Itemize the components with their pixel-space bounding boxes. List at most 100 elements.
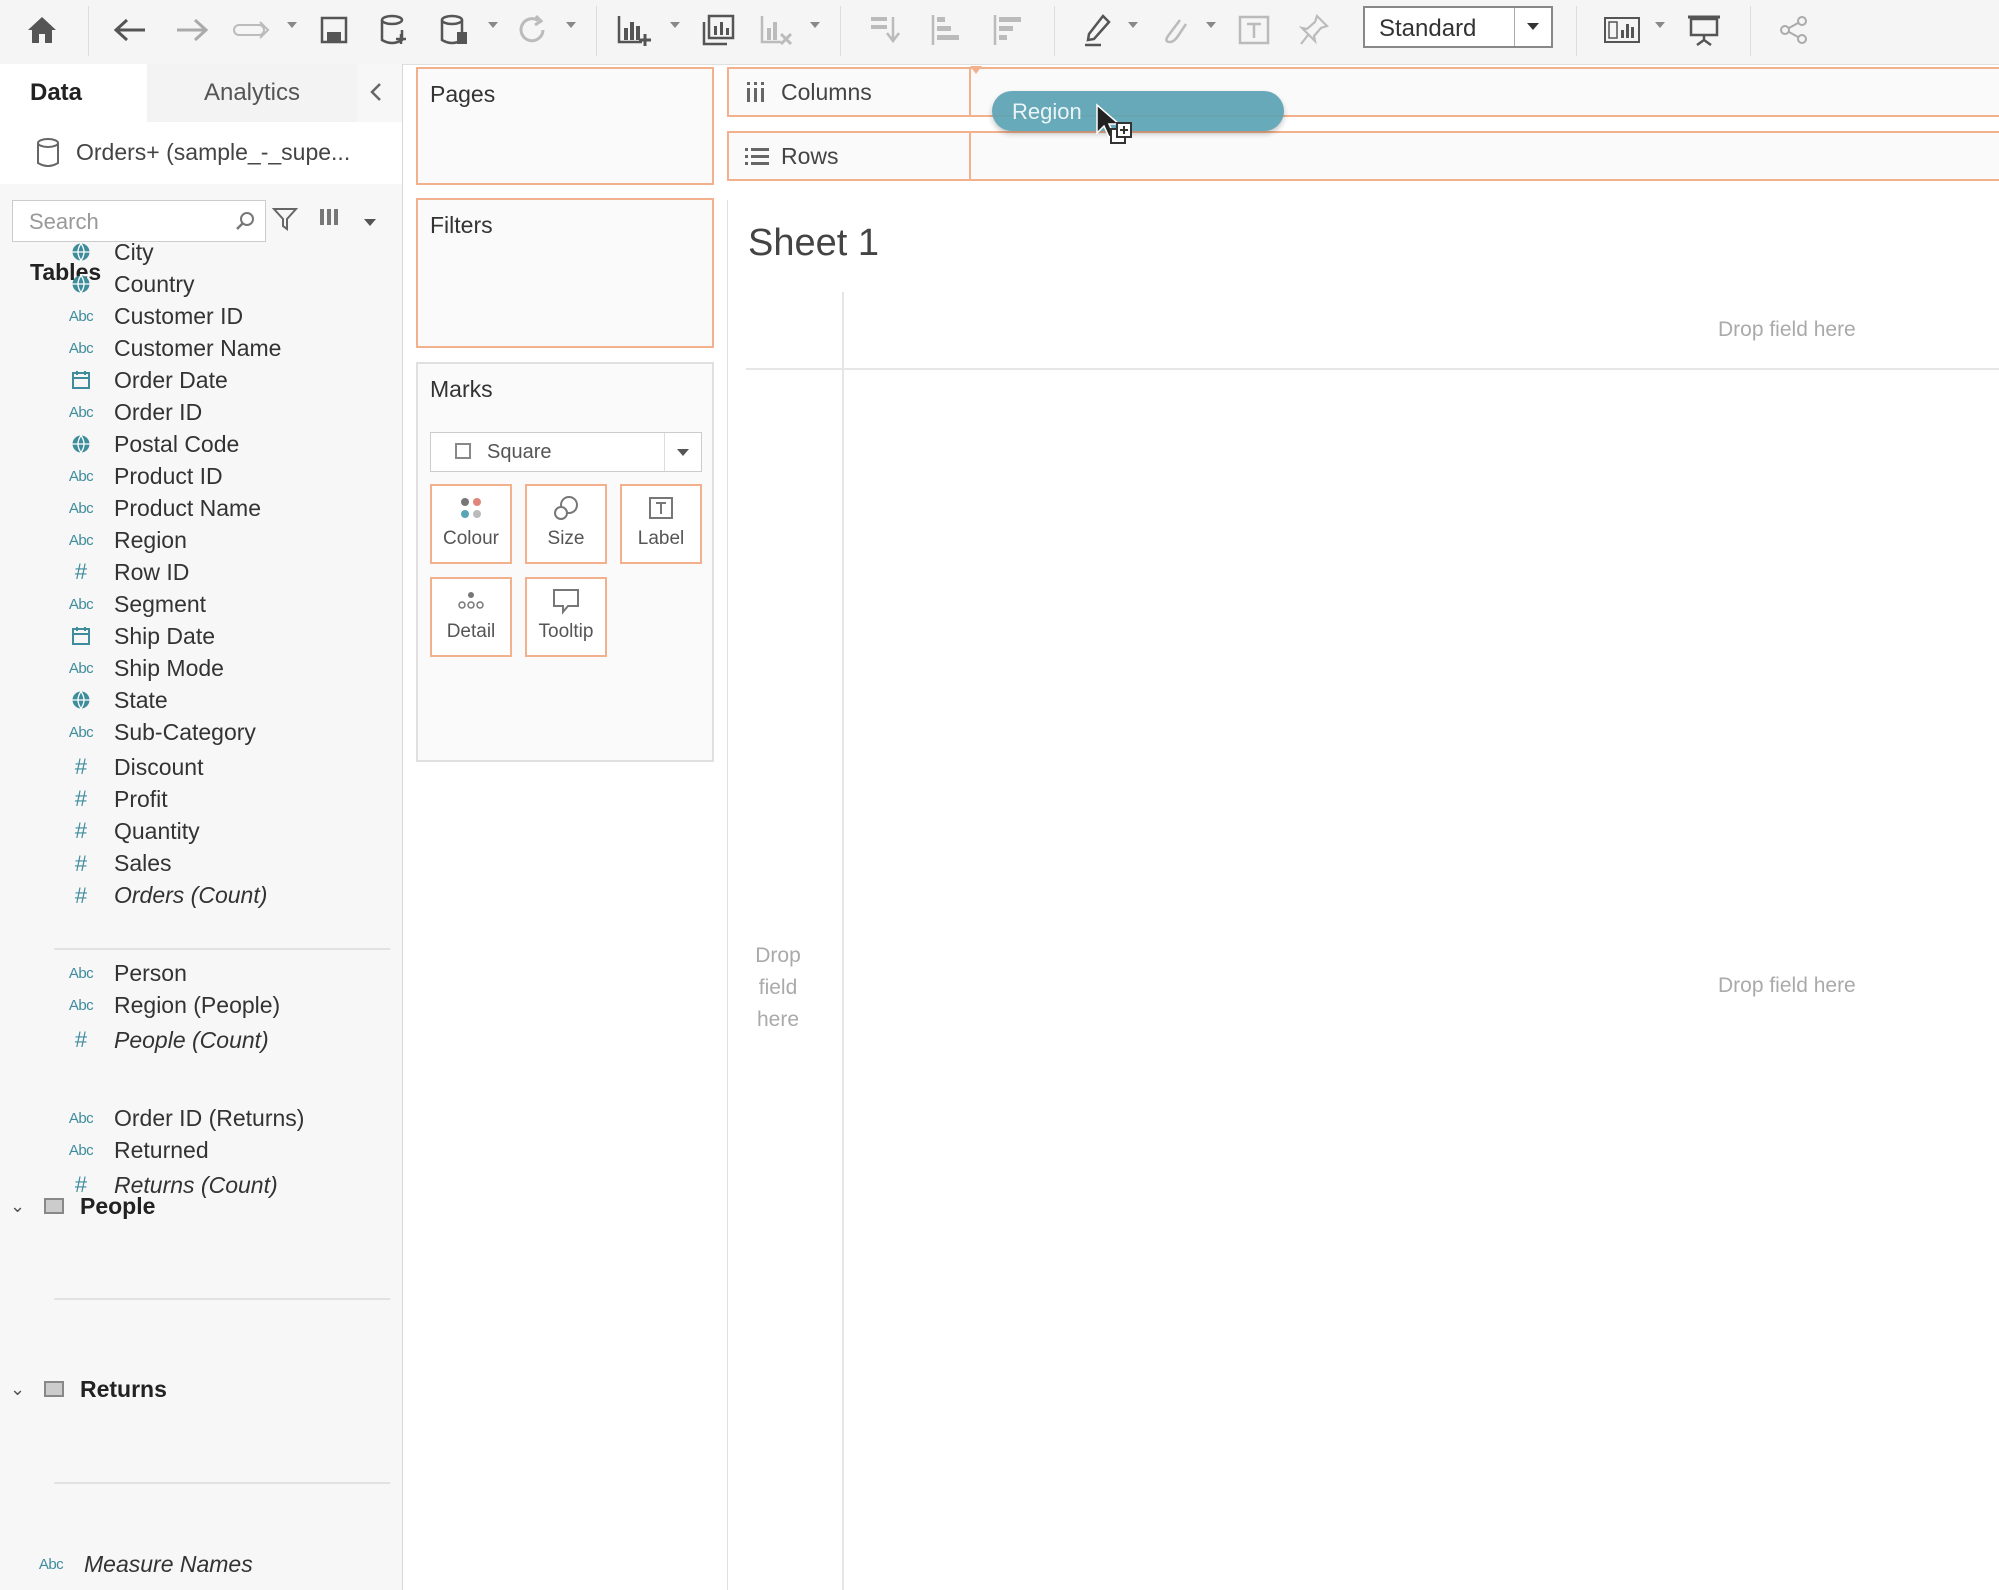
group-dropdown-caret[interactable]: [1206, 22, 1216, 28]
field-item[interactable]: Abc Order ID: [64, 395, 384, 429]
show-cards-icon[interactable]: [1600, 8, 1644, 52]
field-item[interactable]: # People (Count): [64, 1023, 384, 1057]
field-item[interactable]: Abc Region: [64, 523, 384, 557]
field-item[interactable]: Abc Segment: [64, 587, 384, 621]
duplicate-sheet-icon[interactable]: [696, 8, 740, 52]
show-cards-dropdown-caret[interactable]: [1655, 22, 1665, 28]
abc-icon: Abc: [38, 1555, 64, 1573]
rows-shelf[interactable]: Rows: [727, 131, 1999, 181]
save-icon[interactable]: [312, 8, 356, 52]
size-icon: [527, 486, 605, 530]
column-drop-zone[interactable]: Drop field here: [1718, 318, 1856, 342]
field-item[interactable]: Abc Order ID (Returns): [64, 1101, 384, 1135]
new-worksheet-icon[interactable]: [612, 8, 656, 52]
table-icon: [44, 1198, 64, 1214]
size-button[interactable]: Size: [525, 484, 607, 564]
field-item[interactable]: City: [64, 235, 384, 269]
field-item[interactable]: # Sales: [64, 847, 384, 881]
presentation-mode-icon[interactable]: [1682, 8, 1726, 52]
body-drop-zone[interactable]: Drop field here: [1718, 974, 1856, 998]
field-item[interactable]: # Row ID: [64, 555, 384, 589]
datasource-item[interactable]: Orders+ (sample_-_supe...: [0, 122, 402, 184]
field-item[interactable]: Country: [64, 267, 384, 301]
returns-table-header[interactable]: ⌄ Returns: [10, 1372, 167, 1406]
clear-sheet-icon[interactable]: [754, 8, 798, 52]
field-label: Region: [114, 526, 187, 553]
collapse-pane-icon[interactable]: [360, 76, 392, 108]
datasource-dropdown-caret[interactable]: [488, 22, 498, 28]
replay-dropdown-caret[interactable]: [287, 22, 297, 28]
field-item[interactable]: Ship Date: [64, 619, 384, 653]
measure-names-field[interactable]: Abc Measure Names: [34, 1547, 354, 1581]
field-item[interactable]: Abc Product Name: [64, 491, 384, 525]
new-datasource-icon[interactable]: [372, 8, 416, 52]
pages-card[interactable]: Pages: [416, 67, 714, 185]
field-label: Quantity: [114, 817, 200, 844]
field-item[interactable]: Abc Ship Mode: [64, 651, 384, 685]
swap-rows-columns-icon[interactable]: [862, 8, 906, 52]
home-icon[interactable]: [20, 8, 64, 52]
tooltip-button[interactable]: Tooltip: [525, 577, 607, 657]
table-icon: [44, 1381, 64, 1397]
field-item[interactable]: Abc Returned: [64, 1133, 384, 1167]
highlight-icon[interactable]: [1076, 8, 1120, 52]
chevron-down-icon[interactable]: [1514, 8, 1551, 46]
new-worksheet-dropdown-caret[interactable]: [670, 22, 680, 28]
view-dropdown-caret[interactable]: [364, 219, 376, 226]
field-item[interactable]: # Quantity: [64, 814, 384, 848]
fit-select[interactable]: Standard: [1363, 6, 1553, 48]
hash-icon: #: [74, 786, 88, 812]
field-item[interactable]: # Profit: [64, 782, 384, 816]
share-icon[interactable]: [1772, 8, 1816, 52]
field-label: Orders (Count): [114, 882, 268, 909]
abc-icon: Abc: [68, 467, 94, 485]
columns-shelf[interactable]: Columns: [727, 67, 1999, 117]
field-item[interactable]: Abc Customer ID: [64, 299, 384, 333]
field-item[interactable]: Abc Sub-Category: [64, 715, 384, 749]
highlight-dropdown-caret[interactable]: [1128, 22, 1138, 28]
view-data-icon[interactable]: [318, 206, 344, 233]
field-item[interactable]: # Discount: [64, 750, 384, 784]
field-item[interactable]: Order Date: [64, 363, 384, 397]
field-item[interactable]: Postal Code: [64, 427, 384, 461]
field-item[interactable]: Abc Product ID: [64, 459, 384, 493]
sheet-title[interactable]: Sheet 1: [748, 222, 879, 265]
sheet-canvas[interactable]: Sheet 1 Drop field here Drop field here …: [727, 200, 1999, 1590]
replay-icon[interactable]: [230, 8, 274, 52]
chevron-down-icon[interactable]: [664, 433, 701, 471]
show-mark-labels-icon[interactable]: [1232, 8, 1276, 52]
refresh-dropdown-caret[interactable]: [566, 22, 576, 28]
tab-data[interactable]: Data: [0, 64, 147, 122]
pin-icon[interactable]: [1292, 8, 1336, 52]
field-item[interactable]: Abc Region (People): [64, 988, 384, 1022]
sort-descending-icon[interactable]: [986, 8, 1030, 52]
toolbar-separator: [1576, 6, 1577, 56]
field-item[interactable]: Abc Customer Name: [64, 331, 384, 365]
group-members-icon[interactable]: [1152, 8, 1196, 52]
sort-ascending-icon[interactable]: [924, 8, 968, 52]
mark-type-select[interactable]: Square: [430, 432, 702, 472]
field-item[interactable]: # Orders (Count): [64, 879, 384, 913]
field-item[interactable]: State: [64, 683, 384, 717]
filters-card[interactable]: Filters: [416, 198, 714, 348]
redo-icon[interactable]: [170, 8, 214, 52]
filter-icon[interactable]: [271, 206, 299, 237]
field-item[interactable]: Abc Person: [64, 956, 384, 990]
returns-divider: [54, 1482, 390, 1484]
search-icon[interactable]: [235, 211, 255, 236]
detail-button[interactable]: Detail: [430, 577, 512, 657]
clear-dropdown-caret[interactable]: [810, 22, 820, 28]
hash-icon: #: [74, 850, 88, 876]
chevron-down-icon[interactable]: ⌄: [10, 1379, 30, 1400]
undo-icon[interactable]: [108, 8, 152, 52]
label-button[interactable]: Label: [620, 484, 702, 564]
chevron-down-icon[interactable]: ⌄: [10, 1196, 30, 1217]
refresh-icon[interactable]: [510, 8, 554, 52]
colour-button[interactable]: Colour: [430, 484, 512, 564]
field-label: Customer Name: [114, 334, 282, 361]
tab-analytics[interactable]: Analytics: [147, 64, 357, 123]
row-drop-zone[interactable]: Drop field here: [743, 940, 813, 1036]
row-drop-line: field: [758, 976, 798, 999]
pause-datasource-icon[interactable]: [432, 8, 476, 52]
field-item[interactable]: # Returns (Count): [64, 1168, 384, 1202]
